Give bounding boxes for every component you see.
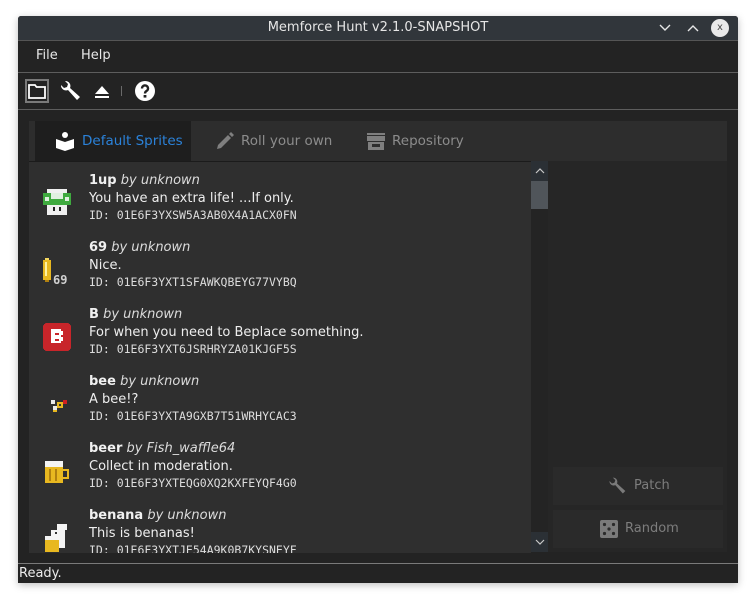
- mushroom-icon: [43, 189, 71, 215]
- status-text: Ready.: [19, 566, 62, 581]
- toolbar: [18, 73, 738, 110]
- sprite-name: bee: [89, 374, 116, 389]
- chevron-down-icon: [659, 24, 671, 31]
- list-item[interactable]: benana by unknown This is benanas! ID: 0…: [29, 506, 531, 553]
- sprite-name: B: [89, 307, 99, 322]
- eject-icon: [95, 86, 109, 98]
- toolbar-separator: [121, 86, 122, 96]
- eject-button[interactable]: [90, 79, 114, 103]
- folder-icon: [28, 84, 46, 99]
- random-button[interactable]: Random: [553, 510, 723, 548]
- sprite-id: ID: 01E6F3YXTJE54A9K0B7KYSNEYF: [89, 543, 297, 553]
- random-label: Random: [625, 521, 679, 536]
- menu-file[interactable]: File: [36, 48, 58, 63]
- patch-label: Patch: [634, 478, 670, 493]
- scroll-thumb[interactable]: [531, 181, 548, 209]
- list-item[interactable]: B by unknown For when you need to Beplac…: [29, 305, 531, 372]
- list-item[interactable]: beer by Fish_waffle64 Collect in moderat…: [29, 439, 531, 506]
- status-bar: Ready.: [18, 563, 738, 583]
- maximize-button[interactable]: [683, 18, 703, 38]
- sprite-author: by unknown: [147, 508, 227, 523]
- sprite-name: benana: [89, 508, 144, 523]
- open-button[interactable]: [25, 79, 49, 103]
- sprite-name: 1up: [89, 173, 117, 188]
- sprite-description: This is benanas!: [89, 526, 195, 541]
- patch-button[interactable]: Patch: [553, 467, 723, 505]
- sprite-description: Collect in moderation.: [89, 459, 233, 474]
- sprite-id: ID: 01E6F3YXTEQG0XQ2KXFEYQF4G0: [89, 476, 297, 490]
- sprite-name: 69: [89, 240, 108, 255]
- sprite-description: You have an extra life! ...If only.: [89, 191, 294, 206]
- sprite-name: beer: [89, 441, 123, 456]
- beer-icon: [45, 461, 69, 483]
- sprite-id: ID: 01E6F3YXSW5A3AB0X4A1ACX0FN: [89, 208, 297, 222]
- pencil-icon: [217, 132, 234, 149]
- chevron-up-icon: [687, 25, 699, 32]
- sprite-description: Nice.: [89, 258, 122, 273]
- bee-icon: [51, 400, 67, 412]
- sprite-description: A bee!?: [89, 392, 139, 407]
- tab-label: Roll your own: [241, 133, 333, 149]
- benana-icon: [45, 524, 67, 552]
- chevron-down-icon: [535, 539, 544, 545]
- chevron-up-icon: [535, 168, 544, 174]
- wrench-icon: [60, 80, 80, 100]
- minimize-button[interactable]: [655, 18, 675, 38]
- close-icon: x: [717, 22, 723, 33]
- rupee-69-icon: 69: [43, 258, 67, 286]
- sprite-author: by unknown: [120, 173, 200, 188]
- dice-icon: [600, 520, 618, 538]
- sprite-list[interactable]: 1up by unknown You have an extra life! .…: [29, 161, 531, 553]
- app-window: Memforce Hunt v2.1.0-SNAPSHOT x File Hel…: [18, 16, 738, 583]
- book-reader-icon: [56, 132, 74, 151]
- help-button[interactable]: [133, 79, 157, 103]
- list-item[interactable]: bee by unknown A bee!? ID: 01E6F3YXTA9GX…: [29, 372, 531, 439]
- sprite-id: ID: 01E6F3YXTA9GXB7T51WRHYCAC3: [89, 409, 297, 423]
- wrench-icon: [609, 477, 626, 494]
- list-scrollbar[interactable]: [531, 161, 548, 552]
- store-icon: [367, 133, 385, 150]
- sprite-id: ID: 01E6F3YXT1SFAWKQBEYG77VYBQ: [89, 275, 297, 289]
- tab-roll-your-own[interactable]: Roll your own: [191, 121, 341, 161]
- b-emoji-icon: [43, 323, 71, 351]
- sprite-author: by unknown: [103, 307, 183, 322]
- sprite-author: by unknown: [120, 374, 200, 389]
- sprite-author: by unknown: [111, 240, 191, 255]
- tab-label: Default Sprites: [82, 133, 183, 149]
- list-item[interactable]: 1up by unknown You have an extra life! .…: [29, 171, 531, 238]
- scroll-down-button[interactable]: [531, 532, 548, 552]
- help-icon: [135, 81, 155, 101]
- tab-bar: Default Sprites Roll your own Repository: [29, 121, 727, 161]
- title-bar: Memforce Hunt v2.1.0-SNAPSHOT x: [18, 16, 738, 41]
- scroll-up-button[interactable]: [531, 161, 548, 181]
- sprite-description: For when you need to Beplace something.: [89, 325, 364, 340]
- tab-default-sprites[interactable]: Default Sprites: [35, 121, 191, 161]
- close-button[interactable]: x: [711, 19, 729, 37]
- menu-help[interactable]: Help: [81, 48, 111, 63]
- sprite-author: by Fish_waffle64: [126, 441, 236, 456]
- window-title: Memforce Hunt v2.1.0-SNAPSHOT: [267, 20, 489, 35]
- sprite-id: ID: 01E6F3YXT6JSRHRYZA01KJGF5S: [89, 342, 297, 356]
- svg-text:69: 69: [53, 273, 67, 286]
- tab-label: Repository: [392, 133, 464, 149]
- tab-repository[interactable]: Repository: [341, 121, 491, 161]
- list-item[interactable]: 69 69 by unknown Nice. ID: 01E6F3YXT1SFA…: [29, 238, 531, 305]
- settings-button[interactable]: [58, 79, 82, 103]
- menu-bar: File Help: [18, 41, 738, 73]
